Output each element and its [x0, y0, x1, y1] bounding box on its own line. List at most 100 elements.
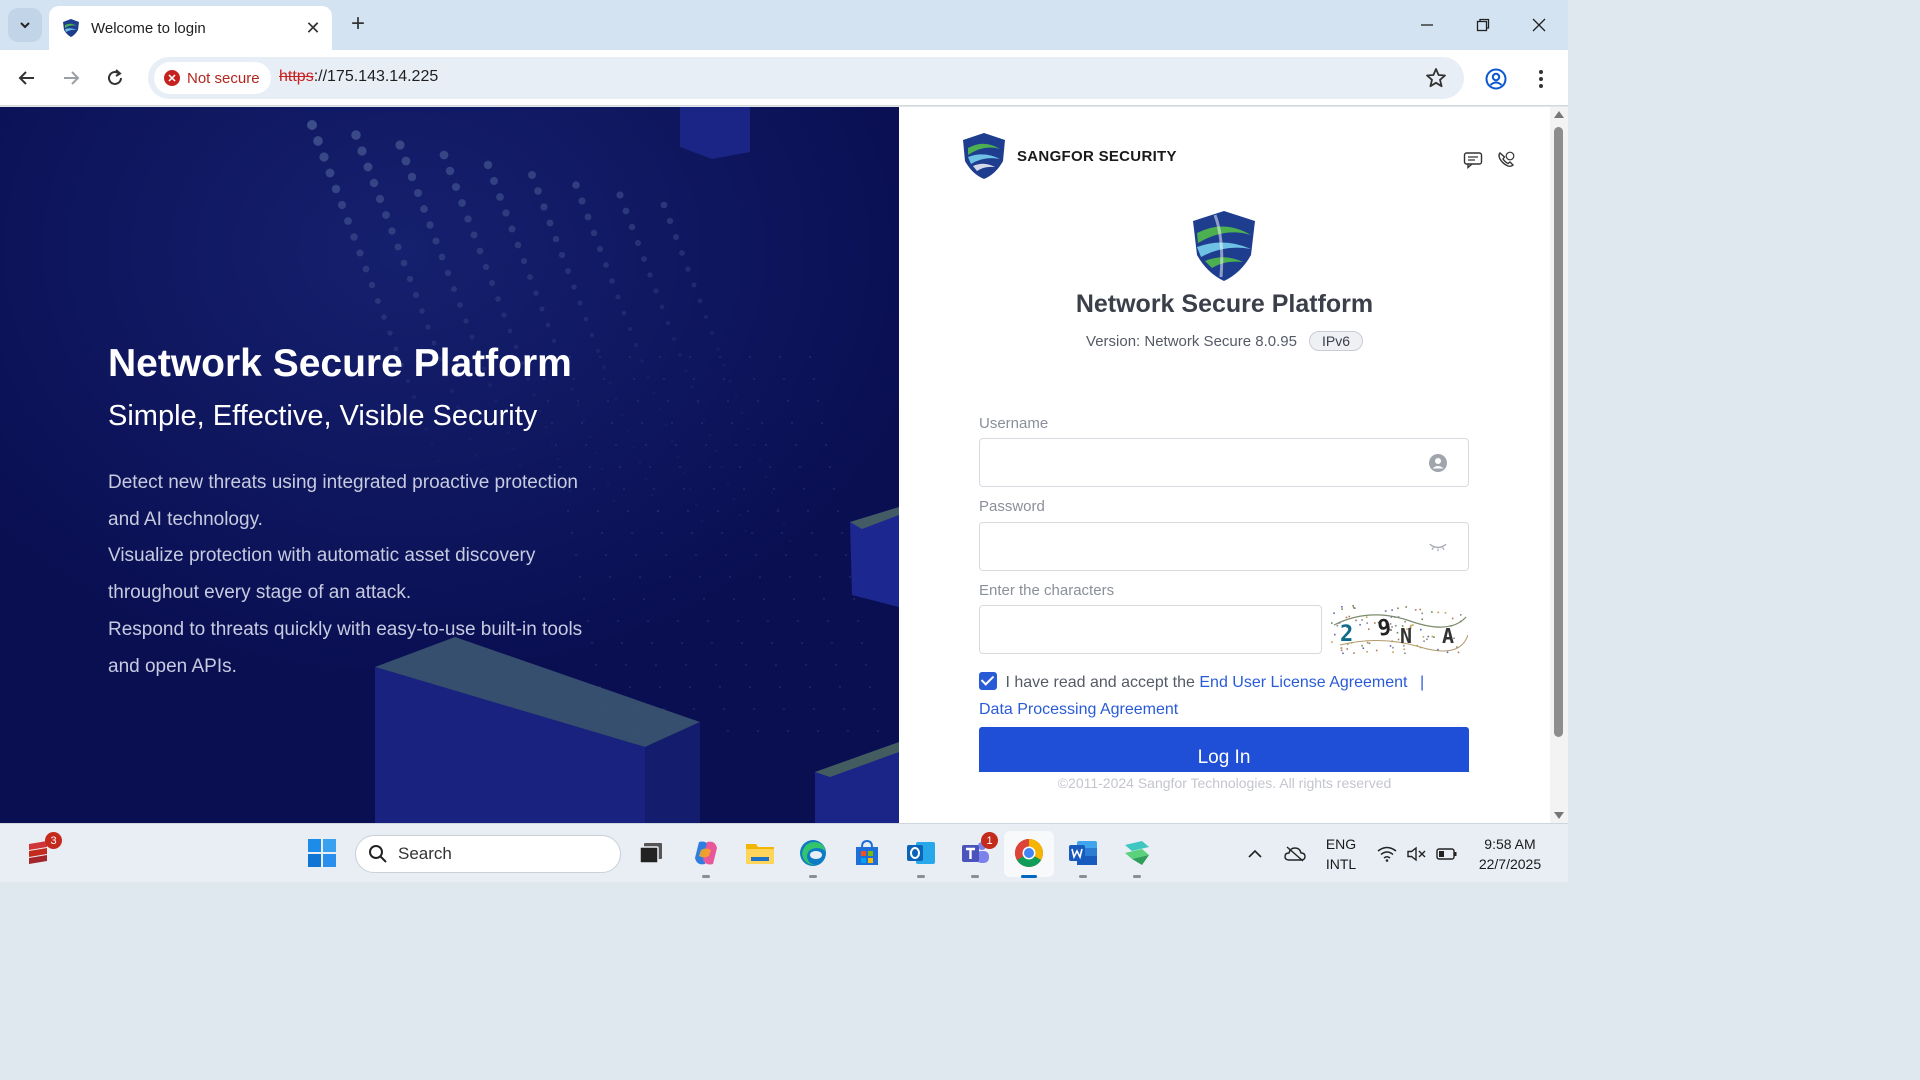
sangfor-favicon-icon: [63, 19, 79, 37]
minimize-icon[interactable]: [1412, 10, 1442, 40]
battery-icon[interactable]: [1434, 824, 1460, 883]
teams-notification-badge: 1: [981, 832, 998, 849]
svg-text:A: A: [1442, 624, 1454, 648]
url-scheme: https: [279, 68, 314, 85]
svg-text:N: N: [1400, 624, 1412, 648]
login-title: Network Secure Platform: [1075, 290, 1374, 318]
input-language-indicator[interactable]: ENG INTL: [1318, 824, 1364, 883]
tab-close-icon[interactable]: ✕: [302, 17, 324, 39]
svg-text:2: 2: [1340, 622, 1353, 647]
feedback-icon[interactable]: [1462, 149, 1484, 171]
brand-header: SANGFOR SECURITY: [959, 131, 1177, 181]
running-indicator: [809, 875, 817, 878]
not-secure-chip[interactable]: ✕ Not secure: [154, 62, 271, 94]
forward-icon[interactable]: [56, 63, 86, 93]
file-explorer-icon[interactable]: [743, 836, 777, 870]
running-indicator: [971, 875, 979, 878]
profile-icon[interactable]: [1482, 65, 1510, 93]
new-tab-icon[interactable]: +: [344, 10, 372, 38]
bookmark-star-icon[interactable]: [1424, 66, 1448, 90]
page-content: Network Secure Platform Simple, Effectiv…: [0, 107, 1568, 823]
chrome-icon[interactable]: [1012, 836, 1046, 878]
security-label: Not secure: [187, 69, 260, 87]
search-icon: [369, 845, 387, 863]
running-indicator: [702, 875, 710, 878]
username-field[interactable]: [979, 438, 1469, 487]
address-bar[interactable]: ✕ Not secure https://175.143.14.225: [148, 57, 1464, 99]
version-info: Version: Network Secure 8.0.95 IPv6: [899, 331, 1550, 351]
agree-text: I have read and accept the: [1005, 674, 1195, 691]
scroll-up-icon[interactable]: [1554, 111, 1564, 118]
hero-line: Respond to threats quickly with easy-to-…: [108, 618, 583, 640]
onedrive-cloud-icon[interactable]: [1281, 824, 1309, 883]
browser-tab[interactable]: Welcome to login ✕: [49, 6, 332, 50]
agree-checkbox[interactable]: [979, 672, 997, 690]
password-field[interactable]: [979, 522, 1469, 571]
outlook-icon[interactable]: [904, 836, 938, 878]
app-green-icon[interactable]: [1120, 836, 1154, 878]
login-button[interactable]: Log In: [979, 727, 1469, 772]
volume-muted-icon[interactable]: [1405, 824, 1429, 883]
scroll-down-icon[interactable]: [1554, 812, 1564, 819]
hero-line: and open APIs.: [108, 655, 237, 677]
hero-subtitle: Simple, Effective, Visible Security: [108, 400, 538, 432]
hero-description: Detect new threats using integrated proa…: [108, 465, 628, 685]
notification-badge: 3: [45, 832, 62, 849]
language-code: ENG: [1325, 835, 1357, 852]
hero-line: and AI technology.: [108, 508, 263, 530]
task-view-icon[interactable]: [634, 836, 668, 870]
scrollbar-thumb[interactable]: [1554, 127, 1563, 737]
ipv6-badge: IPv6: [1308, 331, 1363, 351]
wifi-icon[interactable]: [1375, 824, 1399, 883]
captcha-image[interactable]: 2 9 N A: [1330, 605, 1468, 655]
hero-line: throughout every stage of an attack.: [108, 582, 412, 604]
tab-search-button[interactable]: [8, 8, 42, 42]
hero-line: Detect new threats using integrated proa…: [108, 472, 578, 493]
show-hidden-icons-chevron-up-icon[interactable]: [1242, 824, 1268, 883]
page-scrollbar[interactable]: [1550, 107, 1568, 823]
username-input[interactable]: [980, 439, 1468, 486]
agreement-separator: |: [1419, 674, 1425, 691]
captcha-input[interactable]: [980, 606, 1321, 653]
search-placeholder: Search: [398, 844, 452, 863]
running-indicator: [1133, 875, 1141, 878]
password-input[interactable]: [980, 523, 1468, 570]
sangfor-logo-icon: [963, 133, 1005, 179]
reload-icon[interactable]: [100, 63, 130, 93]
copilot-icon[interactable]: [689, 836, 723, 878]
clock-date: 22/7/2025: [1478, 855, 1542, 872]
tab-title: Welcome to login: [91, 19, 206, 37]
hero-panel: Network Secure Platform Simple, Effectiv…: [0, 107, 899, 823]
word-icon[interactable]: [1066, 836, 1100, 878]
eula-link[interactable]: End User License Agreement: [1199, 674, 1407, 691]
keyboard-layout: INTL: [1325, 855, 1357, 872]
hide-password-icon[interactable]: [1428, 537, 1448, 557]
running-indicator: [917, 875, 925, 878]
browser-toolbar: ✕ Not secure https://175.143.14.225: [0, 50, 1568, 106]
url-text[interactable]: https://175.143.14.225: [279, 68, 438, 86]
teams-icon[interactable]: 1: [958, 832, 998, 878]
taskbar: 3 Search 1 ENG INTL 9:58 AM 22/7/2025: [0, 823, 1568, 882]
login-panel: SANGFOR SECURITY Network Secure Platform…: [899, 107, 1550, 823]
app-stack-icon[interactable]: 3: [22, 832, 62, 870]
start-icon[interactable]: [305, 836, 339, 870]
clock[interactable]: 9:58 AM 22/7/2025: [1468, 824, 1552, 883]
tab-strip: Welcome to login ✕ +: [0, 0, 1568, 50]
menu-icon[interactable]: [1527, 65, 1555, 93]
restore-icon[interactable]: [1468, 10, 1498, 40]
copyright: ©2011-2024 Sangfor Technologies. All rig…: [1057, 775, 1392, 791]
close-window-icon[interactable]: [1524, 10, 1554, 40]
captcha-field[interactable]: [979, 605, 1322, 654]
back-icon[interactable]: [12, 63, 42, 93]
dpa-link[interactable]: Data Processing Agreement: [979, 701, 1178, 718]
agreement: I have read and accept the End User Lice…: [979, 669, 1469, 723]
edge-icon[interactable]: [796, 836, 830, 878]
warning-icon: ✕: [164, 70, 180, 86]
support-phone-icon[interactable]: [1495, 149, 1517, 171]
platform-shield-logo-icon: [1193, 211, 1255, 281]
store-icon[interactable]: [850, 836, 884, 870]
chevron-down-icon: [20, 22, 30, 29]
taskbar-search[interactable]: Search: [355, 835, 621, 873]
running-indicator: [1079, 875, 1087, 878]
captcha-label: Enter the characters: [979, 582, 1115, 599]
